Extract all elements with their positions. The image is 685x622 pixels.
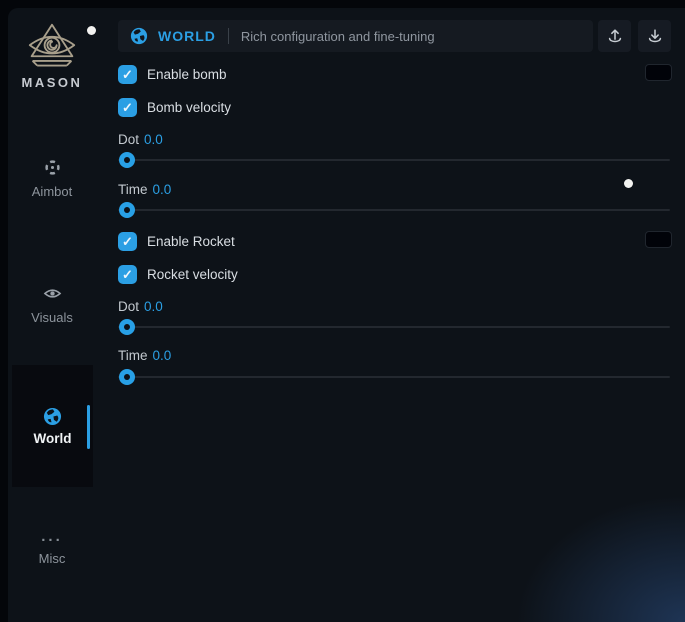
sidebar-item-misc[interactable]: ... Misc	[8, 532, 96, 566]
upload-icon	[606, 27, 624, 45]
slider-name: Dot	[118, 132, 139, 147]
download-config-button[interactable]	[638, 20, 671, 52]
check-icon: ✓	[122, 101, 133, 114]
rocket-time-slider-thumb[interactable]	[119, 369, 135, 385]
check-icon: ✓	[122, 68, 133, 81]
main-panel: MASON Aimbot Visuals Wo	[8, 8, 685, 622]
crosshair-icon	[43, 158, 62, 177]
slider-value: 0.0	[153, 182, 172, 197]
white-dot-marker	[624, 179, 633, 188]
checkbox-label: Rocket velocity	[147, 267, 238, 282]
rocket-velocity-row: ✓ Rocket velocity	[118, 264, 238, 284]
globe-icon	[43, 407, 62, 426]
checkbox-label: Enable bomb	[147, 67, 227, 82]
check-icon: ✓	[122, 268, 133, 281]
rocket-dot-slider-thumb[interactable]	[119, 319, 135, 335]
sidebar-item-aimbot[interactable]: Aimbot	[8, 158, 96, 199]
enable-bomb-row: ✓ Enable bomb	[118, 64, 227, 84]
check-icon: ✓	[122, 235, 133, 248]
bomb-dot-slider-thumb[interactable]	[119, 152, 135, 168]
rocket-dot-slider-label: Dot 0.0	[118, 299, 163, 315]
active-tab-indicator	[87, 405, 90, 449]
rocket-color-swatch[interactable]	[645, 231, 672, 248]
slider-value: 0.0	[144, 132, 163, 147]
rocket-time-slider-track[interactable]	[118, 376, 670, 378]
page-title: WORLD	[158, 28, 216, 44]
header-divider	[228, 28, 229, 44]
enable-rocket-checkbox[interactable]: ✓	[118, 232, 137, 251]
bomb-dot-slider-track[interactable]	[118, 159, 670, 161]
sidebar-item-world[interactable]: World	[12, 365, 93, 487]
slider-name: Time	[118, 182, 148, 197]
bomb-time-slider-thumb[interactable]	[119, 202, 135, 218]
enable-rocket-row: ✓ Enable Rocket	[118, 231, 235, 251]
checkbox-label: Bomb velocity	[147, 100, 231, 115]
mason-eye-pyramid-icon	[8, 22, 96, 72]
bomb-time-slider-label: Time 0.0	[118, 182, 171, 198]
rocket-time-slider-label: Time 0.0	[118, 348, 171, 364]
bomb-dot-slider-label: Dot 0.0	[118, 132, 163, 148]
slider-value: 0.0	[144, 299, 163, 314]
bomb-time-slider-track[interactable]	[118, 209, 670, 211]
white-dot-marker	[87, 26, 96, 35]
bomb-velocity-row: ✓ Bomb velocity	[118, 97, 231, 117]
sidebar-item-label: World	[12, 431, 93, 446]
page-header: WORLD Rich configuration and fine-tuning	[118, 20, 593, 52]
sidebar-item-visuals[interactable]: Visuals	[8, 284, 96, 325]
slider-name: Dot	[118, 299, 139, 314]
rocket-dot-slider-track[interactable]	[118, 326, 670, 328]
eye-icon	[43, 284, 62, 303]
brand-logo: MASON	[8, 22, 96, 90]
bomb-velocity-checkbox[interactable]: ✓	[118, 98, 137, 117]
checkbox-label: Enable Rocket	[147, 234, 235, 249]
globe-icon	[130, 27, 148, 45]
brand-name: MASON	[8, 75, 96, 90]
rocket-velocity-checkbox[interactable]: ✓	[118, 265, 137, 284]
slider-name: Time	[118, 348, 148, 363]
page-subtitle: Rich configuration and fine-tuning	[241, 29, 435, 44]
bomb-color-swatch[interactable]	[645, 64, 672, 81]
sidebar-item-label: Misc	[39, 551, 66, 566]
slider-value: 0.0	[153, 348, 172, 363]
ellipsis-icon: ...	[8, 532, 96, 542]
enable-bomb-checkbox[interactable]: ✓	[118, 65, 137, 84]
download-icon	[646, 27, 664, 45]
upload-config-button[interactable]	[598, 20, 631, 52]
sidebar-item-label: Aimbot	[32, 184, 72, 199]
sidebar-item-label: Visuals	[31, 310, 73, 325]
